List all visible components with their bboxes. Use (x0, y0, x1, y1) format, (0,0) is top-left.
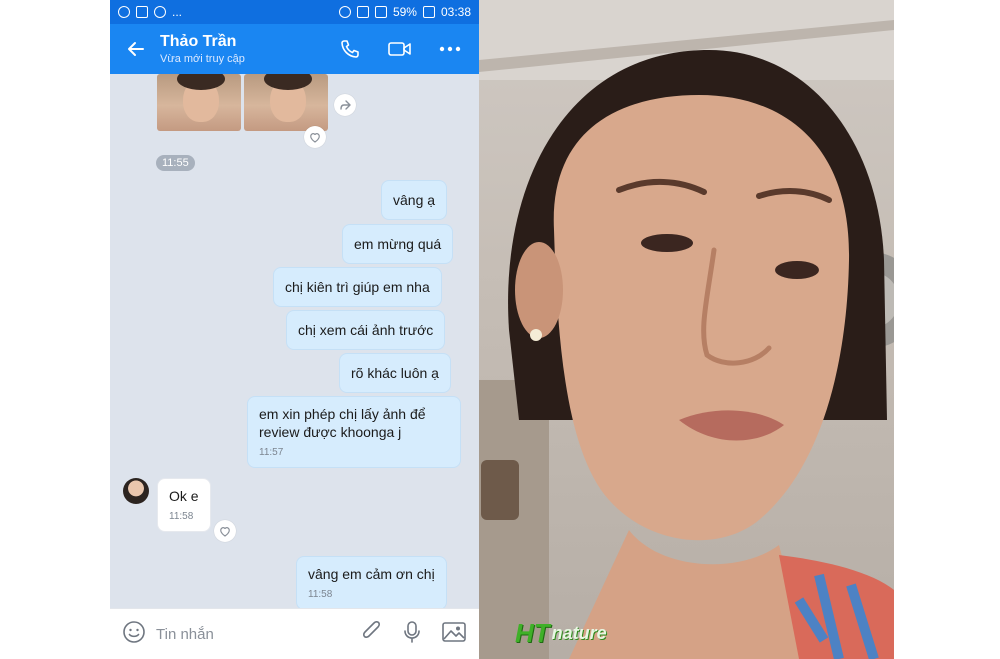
alarm-icon (338, 6, 351, 18)
outgoing-message[interactable]: em xin phép chị lấy ảnh để review được k… (247, 396, 461, 468)
battery-level: 59% (392, 5, 417, 19)
share-button[interactable] (334, 94, 356, 116)
brand-logo-nature: nature (551, 623, 607, 643)
avatar[interactable] (123, 478, 149, 504)
photo-thumbnail-1[interactable] (157, 74, 241, 131)
message-text: rõ khác luôn ạ (351, 365, 439, 381)
video-call-button[interactable] (387, 36, 413, 62)
message-time: 11:58 (169, 511, 194, 522)
message-input[interactable]: Tin nhắn (156, 626, 214, 643)
brand-logo-ht: HT (515, 618, 550, 648)
chat-header: Thảo Trần Vừa mới truy cập (110, 24, 479, 74)
outgoing-message[interactable]: vâng ạ (381, 180, 448, 220)
photo-thumbnail-2[interactable] (244, 74, 328, 131)
emoji-icon (123, 620, 145, 643)
message-text: vâng em cảm ơn chị (308, 566, 435, 582)
message-text: Ok e (169, 488, 199, 504)
battery-icon (422, 6, 435, 18)
message-text: chị kiên trì giúp em nha (285, 279, 430, 295)
image-button[interactable] (441, 620, 467, 649)
message-text: chị xem cái ảnh trước (298, 322, 434, 338)
attachment-icon (363, 620, 380, 638)
more-icon (439, 46, 461, 52)
share-icon (340, 100, 351, 110)
call-button[interactable] (337, 36, 363, 62)
outgoing-message[interactable]: chị kiên trì giúp em nha (273, 267, 442, 307)
message-time: 11:57 (259, 447, 284, 458)
status-overflow: ... (172, 5, 183, 19)
message-list: 11:55 vâng ạ em mừng quá chị kiên trì gi… (110, 74, 479, 610)
customer-photo (479, 0, 894, 659)
outgoing-message[interactable]: em mừng quá (342, 224, 454, 264)
outgoing-message[interactable]: rõ khác luôn ạ (339, 353, 451, 393)
status-bar: ... 59% 03:38 (110, 0, 479, 24)
heart-icon (220, 526, 230, 537)
attachment-button[interactable] (361, 620, 383, 649)
phone-icon (341, 40, 359, 58)
signal-icon (374, 6, 387, 18)
contact-info[interactable]: Thảo Trần Vừa mới truy cập (160, 33, 245, 65)
portrait-image (479, 0, 894, 659)
incoming-message[interactable]: Ok e 11:58 (157, 478, 211, 532)
message-time: 11:58 (308, 589, 333, 600)
wifi-icon (356, 6, 369, 18)
time-separator: 11:55 (156, 155, 195, 171)
image-icon (442, 621, 466, 642)
send-icon (136, 6, 148, 18)
contact-name: Thảo Trần (160, 33, 237, 50)
microphone-icon (404, 620, 420, 643)
back-button[interactable] (110, 24, 160, 74)
clock: 03:38 (440, 5, 471, 19)
notification-icon (118, 6, 130, 18)
outgoing-message[interactable]: chị xem cái ảnh trước (286, 310, 446, 350)
emoji-button[interactable] (122, 620, 146, 649)
more-options-button[interactable] (437, 36, 463, 62)
back-arrow-icon (128, 42, 144, 56)
outgoing-message[interactable]: vâng em cảm ơn chị 11:58 (296, 556, 447, 610)
video-call-icon (388, 42, 411, 56)
contact-status: Vừa mới truy cập (160, 53, 245, 65)
message-text: em mừng quá (354, 236, 442, 252)
message-composer: Tin nhắn (110, 608, 479, 659)
react-button[interactable] (304, 126, 326, 148)
message-text: vâng ạ (393, 192, 436, 208)
messenger-icon (154, 6, 166, 18)
voice-button[interactable] (403, 620, 421, 649)
react-button[interactable] (214, 520, 236, 542)
chat-screen: ... 59% 03:38 Thảo Trần Vừa mới truy cập (110, 0, 479, 659)
message-text: em xin phép chị lấy ảnh để review được k… (259, 406, 426, 440)
brand-logo: HT nature (515, 618, 607, 649)
heart-icon (310, 132, 320, 143)
